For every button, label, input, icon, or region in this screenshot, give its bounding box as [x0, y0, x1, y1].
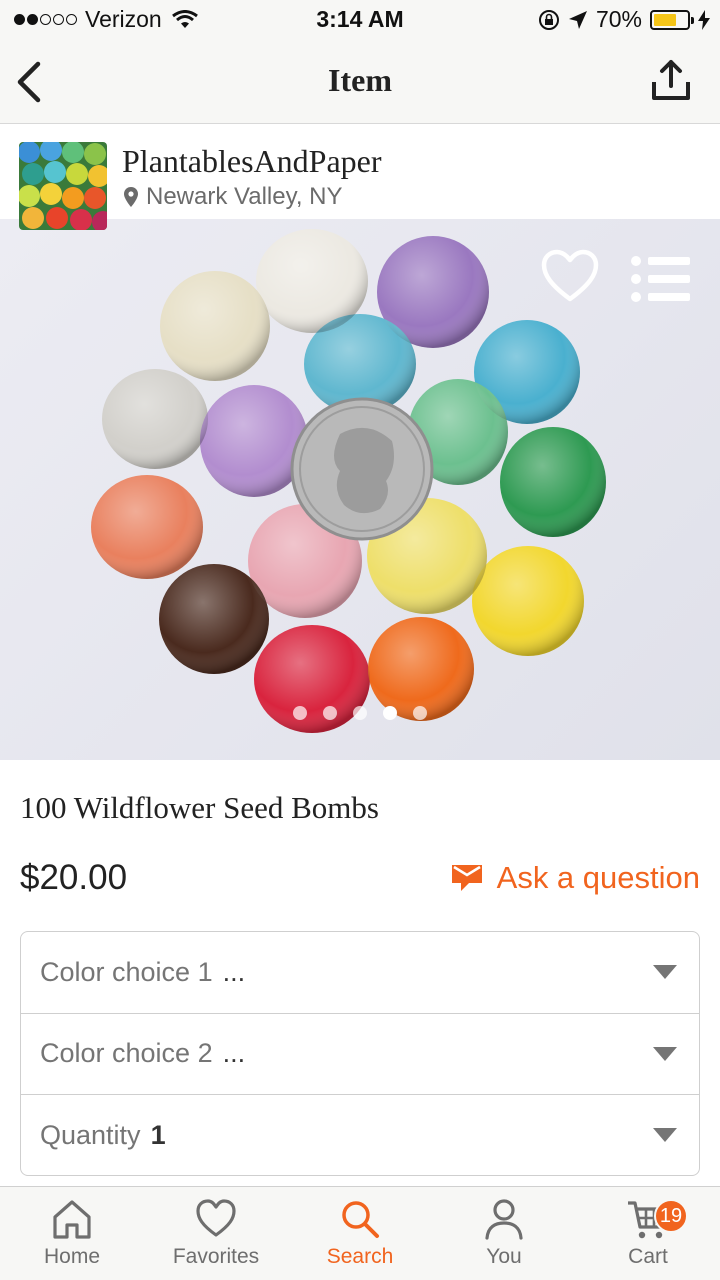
tab-label: Favorites — [172, 1245, 260, 1268]
color-choice-1-select[interactable]: Color choice 1 ... — [21, 932, 699, 1014]
item-title: 100 Wildflower Seed Bombs — [20, 790, 379, 825]
tab-label: Home — [43, 1245, 101, 1268]
ask-question-label: Ask a question — [496, 860, 700, 895]
location-pin-icon — [124, 187, 138, 207]
ask-question-button[interactable]: Ask a question — [451, 860, 700, 896]
home-icon — [53, 1200, 91, 1239]
search-icon — [342, 1201, 379, 1238]
location-arrow-icon — [568, 10, 587, 29]
pager-dot[interactable] — [293, 706, 307, 720]
tab-cart[interactable]: Cart 19 — [576, 1187, 720, 1280]
tab-bar: Home Favorites Search You Cart 19 — [0, 1186, 720, 1280]
image-pager[interactable] — [0, 706, 720, 720]
item-price: $20.00 — [20, 858, 128, 897]
cart-count-badge: 19 — [654, 1199, 688, 1233]
tab-favorites[interactable]: Favorites — [144, 1187, 288, 1280]
favorite-heart-icon[interactable] — [541, 249, 599, 303]
shop-name[interactable]: PlantablesAndPaper — [122, 143, 382, 180]
quantity-select[interactable]: Quantity 1 — [21, 1095, 699, 1175]
caret-down-icon — [653, 965, 677, 979]
pager-dot[interactable] — [413, 706, 427, 720]
rotation-lock-icon — [538, 9, 559, 30]
page-title: Item — [328, 62, 392, 98]
add-to-list-icon[interactable] — [630, 255, 692, 303]
caret-down-icon — [653, 1128, 677, 1142]
pager-dot[interactable] — [353, 706, 367, 720]
tab-search[interactable]: Search — [288, 1187, 432, 1280]
shop-avatar[interactable] — [19, 142, 107, 230]
shop-location-text: Newark Valley, NY — [146, 183, 343, 210]
person-icon — [485, 1199, 523, 1240]
select-label: Color choice 2 — [40, 1038, 213, 1069]
message-icon — [451, 865, 482, 891]
variation-selects: Color choice 1 ... Color choice 2 ... Qu… — [20, 931, 700, 1176]
pager-dot[interactable] — [323, 706, 337, 720]
caret-down-icon — [653, 1046, 677, 1061]
select-label: Color choice 1 — [40, 956, 213, 987]
battery-percent: 70% — [595, 6, 642, 32]
shop-header[interactable]: PlantablesAndPaper Newark Valley, NY — [0, 125, 720, 230]
tab-label: Search — [326, 1245, 394, 1268]
select-value: 1 — [150, 1120, 166, 1151]
heart-icon — [196, 1199, 236, 1237]
status-bar: Verizon 3:14 AM 70% — [0, 0, 720, 40]
tab-label: You — [486, 1245, 522, 1268]
product-image[interactable] — [0, 219, 720, 760]
tab-home[interactable]: Home — [0, 1187, 144, 1280]
seed-bombs-photo — [91, 229, 606, 733]
select-label: Quantity — [40, 1120, 141, 1151]
tab-label: Cart — [628, 1245, 668, 1268]
select-value: ... — [222, 956, 246, 987]
tab-you[interactable]: You — [432, 1187, 576, 1280]
shop-location: Newark Valley, NY — [124, 183, 343, 211]
color-choice-2-select[interactable]: Color choice 2 ... — [21, 1014, 699, 1095]
select-value: ... — [222, 1038, 246, 1069]
battery-icon — [650, 9, 694, 30]
nav-bar: Item — [0, 40, 720, 124]
share-icon[interactable] — [650, 58, 692, 102]
pager-dot[interactable] — [383, 706, 397, 720]
charging-icon — [698, 9, 710, 30]
